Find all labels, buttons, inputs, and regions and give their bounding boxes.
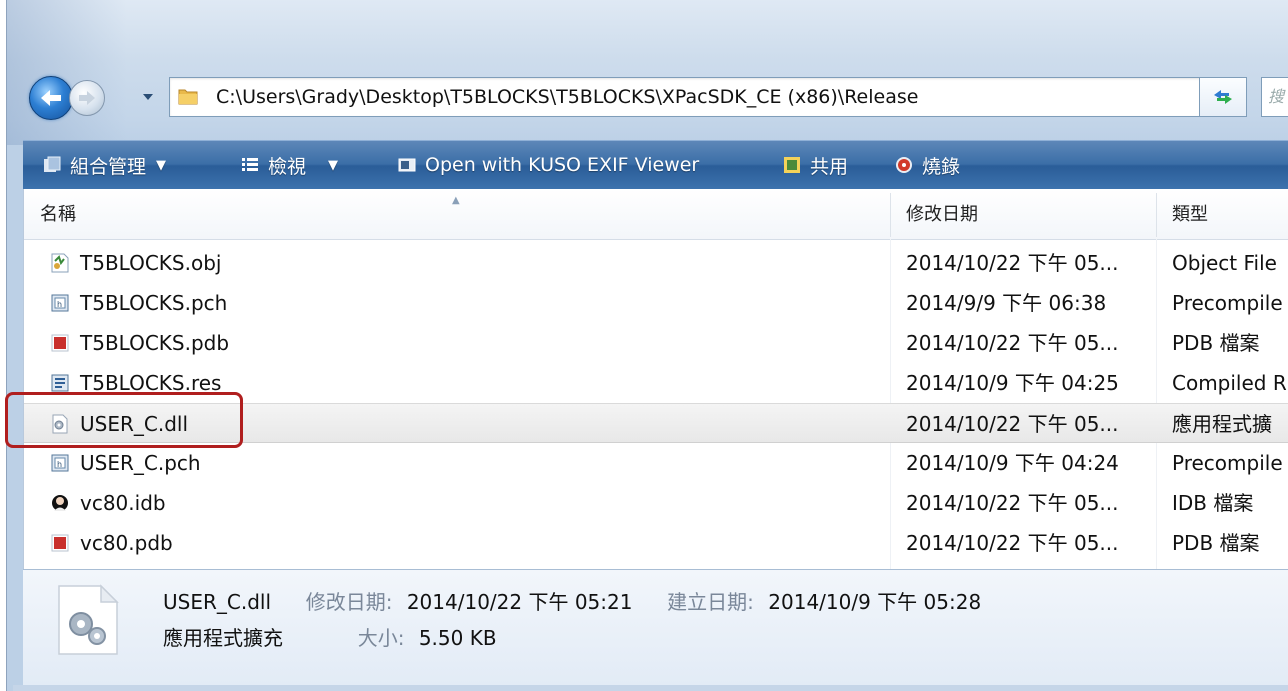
folder-icon — [178, 89, 198, 105]
column-modified-header[interactable]: 修改日期 — [906, 189, 978, 241]
column-divider[interactable] — [890, 193, 891, 237]
pch-file-icon: h — [51, 294, 69, 312]
file-name: T5BLOCKS.res — [80, 371, 222, 395]
forward-button[interactable] — [69, 80, 105, 116]
share-button[interactable]: 共用 — [783, 141, 848, 189]
command-toolbar: 組合管理 ▼ 檢視 ▼ Open with KUSO EXIF Viewer 共… — [23, 140, 1288, 190]
file-modified-date: 2014/9/9 下午 06:38 — [906, 291, 1107, 315]
file-type: Object File — [1172, 251, 1277, 275]
chevron-down-icon: ▼ — [156, 157, 167, 173]
file-row[interactable]: h USER_C.pch 2014/10/9 下午 04:24 Precompile — [24, 443, 1288, 483]
window-frame-bottom — [13, 685, 1288, 691]
organize-menu[interactable]: 組合管理 ▼ — [43, 141, 166, 189]
file-modified-date: 2014/10/22 下午 05... — [906, 251, 1119, 275]
file-name: T5BLOCKS.pdb — [80, 331, 230, 355]
column-name-header[interactable]: 名稱 — [40, 189, 76, 241]
file-modified-date: 2014/10/22 下午 05... — [906, 412, 1119, 436]
chevron-down-icon: ▼ — [328, 157, 339, 173]
column-type-header[interactable]: 類型 — [1172, 189, 1208, 241]
svg-text:h: h — [57, 460, 62, 469]
forward-arrow-icon — [79, 91, 95, 105]
svg-text:h: h — [57, 300, 62, 309]
open-with-button[interactable]: Open with KUSO EXIF Viewer — [398, 141, 699, 189]
column-divider[interactable] — [1156, 193, 1157, 237]
file-type: IDB 檔案 — [1172, 491, 1254, 515]
views-label: 檢視 — [268, 155, 307, 178]
refresh-icon — [1214, 90, 1232, 104]
details-filename: USER_C.dll — [163, 590, 271, 614]
search-input[interactable]: 搜 — [1261, 77, 1288, 117]
file-name: T5BLOCKS.obj — [80, 251, 222, 275]
address-path: C:\Users\Grady\Desktop\T5BLOCKS\T5BLOCKS… — [216, 86, 919, 108]
exif-viewer-icon — [398, 158, 416, 172]
chevron-down-icon — [143, 94, 153, 100]
file-name: USER_C.dll — [80, 412, 188, 436]
file-type: 應用程式擴 — [1172, 412, 1272, 436]
file-type: Precompile — [1172, 291, 1283, 315]
idb-file-icon — [52, 495, 68, 511]
file-type: Compiled R — [1172, 371, 1287, 395]
file-modified-date: 2014/10/22 下午 05... — [906, 331, 1119, 355]
file-row[interactable]: h T5BLOCKS.pch 2014/9/9 下午 06:38 Precompile — [24, 283, 1288, 323]
file-name: vc80.pdb — [80, 531, 173, 555]
file-modified-date: 2014/10/22 下午 05... — [906, 531, 1119, 555]
file-list: 名稱 ▲ 修改日期 類型 T5BLOCKS.obj 2014/10/22 下午 0… — [23, 189, 1288, 569]
back-arrow-icon — [41, 90, 61, 106]
file-row[interactable]: USER_C.dll 2014/10/22 下午 05... 應用程式擴 — [24, 403, 1288, 443]
burn-button[interactable]: 燒錄 — [895, 141, 960, 189]
file-row[interactable]: T5BLOCKS.res 2014/10/9 下午 04:25 Compiled R — [24, 363, 1288, 403]
explorer-window: C:\Users\Grady\Desktop\T5BLOCKS\T5BLOCKS… — [5, 0, 1288, 691]
details-modified-label: 修改日期: — [305, 590, 393, 614]
address-bar[interactable]: C:\Users\Grady\Desktop\T5BLOCKS\T5BLOCKS… — [169, 77, 1231, 117]
dll-file-icon — [52, 414, 68, 434]
res-file-icon — [51, 374, 69, 392]
file-type: PDB 檔案 — [1172, 331, 1260, 355]
pdb-file-icon — [51, 534, 69, 552]
views-icon — [242, 158, 258, 171]
file-modified-date: 2014/10/22 下午 05... — [906, 491, 1119, 515]
details-pane: USER_C.dll 修改日期: 2014/10/22 下午 05:21 建立日… — [23, 569, 1288, 686]
file-row[interactable]: vc80.pdb 2014/10/22 下午 05... PDB 檔案 — [24, 523, 1288, 563]
file-row[interactable]: T5BLOCKS.pdb 2014/10/22 下午 05... PDB 檔案 — [24, 323, 1288, 363]
details-size-value: 5.50 KB — [418, 626, 497, 650]
details-file-type: 應用程式擴充 — [163, 626, 283, 650]
back-button[interactable] — [29, 76, 73, 120]
open-with-label: Open with KUSO EXIF Viewer — [425, 154, 700, 176]
file-type: PDB 檔案 — [1172, 531, 1260, 555]
file-row[interactable]: vc80.idb 2014/10/22 下午 05... IDB 檔案 — [24, 483, 1288, 523]
file-modified-date: 2014/10/9 下午 04:25 — [906, 371, 1119, 395]
obj-file-icon — [51, 253, 69, 273]
details-row-1: USER_C.dll 修改日期: 2014/10/22 下午 05:21 建立日… — [163, 586, 981, 615]
organize-icon — [44, 156, 61, 172]
details-size-label: 大小: — [357, 626, 405, 650]
organize-label: 組合管理 — [70, 155, 147, 178]
file-row[interactable]: T5BLOCKS.obj 2014/10/22 下午 05... Object Fi… — [24, 243, 1288, 283]
pdb-file-icon — [51, 334, 69, 352]
column-header: 名稱 ▲ 修改日期 類型 — [24, 189, 1288, 240]
details-created-label: 建立日期: — [667, 590, 754, 614]
file-name: USER_C.pch — [80, 451, 201, 475]
details-row-2: 應用程式擴充 大小: 5.50 KB — [163, 622, 497, 651]
dll-file-large-icon — [58, 584, 119, 655]
share-label: 共用 — [810, 155, 849, 178]
details-modified-value: 2014/10/22 下午 05:21 — [406, 590, 633, 614]
recent-pages-button[interactable] — [141, 90, 155, 104]
sort-ascending-icon: ▲ — [452, 195, 460, 206]
views-menu[interactable]: 檢視 ▼ — [241, 141, 338, 189]
file-type: Precompile — [1172, 451, 1283, 475]
file-name: T5BLOCKS.pch — [80, 291, 228, 315]
pch-file-icon: h — [51, 454, 69, 472]
refresh-button[interactable] — [1199, 77, 1247, 117]
share-icon — [784, 157, 800, 173]
file-name: vc80.idb — [80, 491, 166, 515]
burn-disc-icon — [896, 157, 912, 173]
file-modified-date: 2014/10/9 下午 04:24 — [906, 451, 1119, 475]
details-created-value: 2014/10/9 下午 05:28 — [768, 590, 982, 614]
burn-label: 燒錄 — [922, 155, 961, 178]
